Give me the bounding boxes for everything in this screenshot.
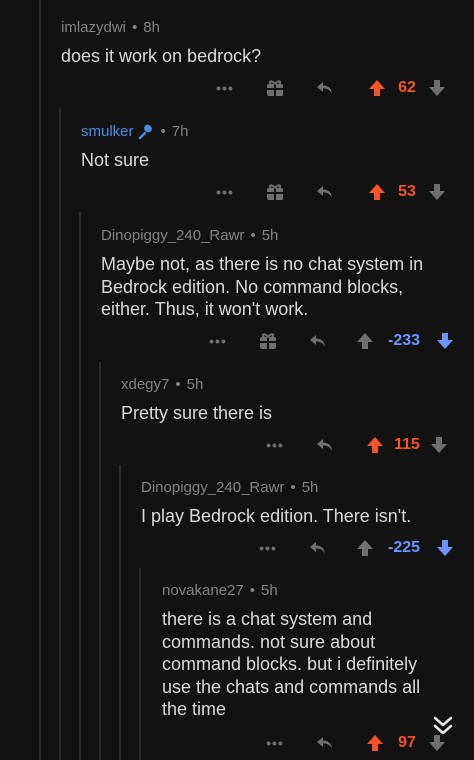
upvote-button[interactable] — [352, 327, 378, 355]
reply-button[interactable] — [312, 729, 338, 757]
comment-meta: novakane27 • 5h — [162, 581, 474, 601]
comment-timestamp: 5h — [186, 376, 204, 393]
vote-score: -225 — [387, 539, 421, 556]
thread-line-5[interactable] — [119, 465, 121, 760]
comment-actions: ••• 115 — [0, 431, 474, 459]
comment-username[interactable]: novakane27 — [162, 581, 244, 601]
comment-body: I play Bedrock edition. There isn't. — [141, 506, 412, 526]
downvote-arrow-icon — [429, 80, 445, 96]
comment-actions: ••• 62 — [0, 74, 474, 102]
vote-score: -233 — [387, 332, 421, 349]
reply-icon — [317, 439, 332, 451]
upvote-arrow-icon — [357, 540, 373, 556]
reply-button[interactable] — [312, 74, 338, 102]
award-button[interactable] — [262, 74, 288, 102]
thread-line-1[interactable] — [39, 0, 41, 760]
thread-line-3[interactable] — [79, 212, 81, 760]
upvote-button[interactable] — [352, 534, 378, 562]
reply-button[interactable] — [305, 534, 331, 562]
comment-timestamp: 8h — [143, 19, 160, 36]
gift-icon — [260, 333, 276, 349]
downvote-button[interactable] — [424, 74, 450, 102]
reply-icon — [317, 186, 332, 198]
more-options-button[interactable]: ••• — [212, 178, 238, 206]
comment-meta: xdegy7 • 5h — [121, 375, 474, 395]
comment-username[interactable]: Dinopiggy_240_Rawr — [141, 478, 284, 498]
comment-timestamp: 5h — [261, 227, 279, 244]
downvote-button[interactable] — [432, 534, 458, 562]
gift-icon — [267, 184, 283, 200]
reply-icon — [317, 82, 332, 94]
downvote-arrow-icon — [437, 333, 453, 349]
comment-body: there is a chat system and commands. not… — [162, 609, 421, 719]
comment-actions: ••• -233 — [0, 327, 474, 355]
comment-body: Not sure — [81, 150, 150, 170]
comment: imlazydwi • 8h does it work on bedrock? — [61, 18, 474, 68]
downvote-button[interactable] — [432, 327, 458, 355]
separator-dot: • — [160, 123, 166, 140]
separator-dot: • — [250, 227, 256, 244]
comment-body: Pretty sure there is — [121, 403, 273, 423]
comment-timestamp: 7h — [171, 123, 189, 140]
comment: xdegy7 • 5h Pretty sure there is — [121, 375, 474, 425]
more-options-button[interactable]: ••• — [255, 534, 281, 562]
double-chevron-down-icon — [433, 716, 453, 735]
reply-button[interactable] — [312, 178, 338, 206]
comment-body: does it work on bedrock? — [61, 46, 262, 66]
comment-meta: Dinopiggy_240_Rawr • 5h — [101, 226, 474, 246]
separator-dot: • — [290, 479, 296, 496]
comment-body: Maybe not, as there is no chat system in… — [101, 254, 424, 319]
expand-thread-button[interactable] — [430, 713, 456, 739]
comment: Dinopiggy_240_Rawr • 5h I play Bedrock e… — [141, 478, 474, 528]
more-options-button[interactable]: ••• — [262, 729, 288, 757]
award-button[interactable] — [262, 178, 288, 206]
upvote-arrow-icon — [367, 735, 383, 751]
comment-meta: Dinopiggy_240_Rawr • 5h — [141, 478, 474, 498]
comment-timestamp: 5h — [261, 582, 278, 599]
award-button[interactable] — [255, 327, 281, 355]
separator-dot: • — [249, 582, 256, 599]
comment: novakane27 • 5h there is a chat system a… — [162, 581, 474, 721]
comment-meta: imlazydwi • 8h — [61, 18, 474, 38]
more-options-button[interactable]: ••• — [212, 74, 238, 102]
reply-icon — [310, 335, 325, 347]
separator-dot: • — [175, 376, 181, 393]
vote-score: 115 — [394, 436, 420, 453]
comment: smulker • 7h Not sure — [81, 122, 474, 172]
upvote-arrow-icon — [357, 333, 373, 349]
gift-icon — [267, 80, 283, 96]
downvote-button[interactable] — [424, 178, 450, 206]
comment-timestamp: 5h — [301, 479, 319, 496]
reply-button[interactable] — [305, 327, 331, 355]
comment-actions: ••• 53 — [0, 178, 474, 206]
comment-username[interactable]: smulker — [81, 122, 134, 142]
reply-button[interactable] — [312, 431, 338, 459]
comment-actions: ••• -225 — [0, 534, 474, 562]
more-options-button[interactable]: ••• — [205, 327, 231, 355]
downvote-arrow-icon — [429, 184, 445, 200]
reply-icon — [310, 542, 325, 554]
separator-dot: • — [132, 19, 138, 36]
downvote-arrow-icon — [437, 540, 453, 556]
upvote-arrow-icon — [367, 437, 383, 453]
comment-meta: smulker • 7h — [81, 122, 474, 142]
reply-icon — [317, 737, 332, 749]
more-options-button[interactable]: ••• — [262, 431, 288, 459]
microphone-flair-icon — [137, 123, 155, 141]
comment-username[interactable]: imlazydwi — [61, 18, 126, 38]
downvote-button[interactable] — [426, 431, 452, 459]
comment-username[interactable]: xdegy7 — [121, 375, 169, 395]
downvote-arrow-icon — [431, 437, 447, 453]
comment-username[interactable]: Dinopiggy_240_Rawr — [101, 226, 244, 246]
comment: Dinopiggy_240_Rawr • 5h Maybe not, as th… — [101, 226, 474, 321]
comment-actions: ••• 97 — [0, 729, 474, 757]
